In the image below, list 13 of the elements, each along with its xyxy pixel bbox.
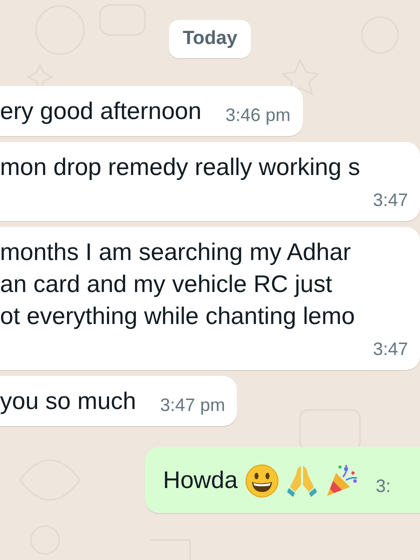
grinning-face-icon xyxy=(244,463,280,499)
message-time: 3:47 xyxy=(372,190,408,212)
message-text: mon drop remedy really working s xyxy=(0,153,360,183)
message-text: months I am searching my Adhar an card and my vehicle RC just ot everything while chanting lemo xyxy=(0,238,355,332)
praying-hands-icon xyxy=(286,463,318,499)
message-text: Howda xyxy=(163,466,238,496)
message-text: ery good afternoon xyxy=(0,97,202,127)
date-chip: Today xyxy=(168,20,252,58)
message-time: 3:47 pm xyxy=(160,395,226,417)
message-text: you so much xyxy=(0,387,136,417)
message-time: 3:47 xyxy=(372,339,408,361)
message-time: 3:46 pm xyxy=(225,105,291,127)
message-time: 3: xyxy=(376,476,391,498)
